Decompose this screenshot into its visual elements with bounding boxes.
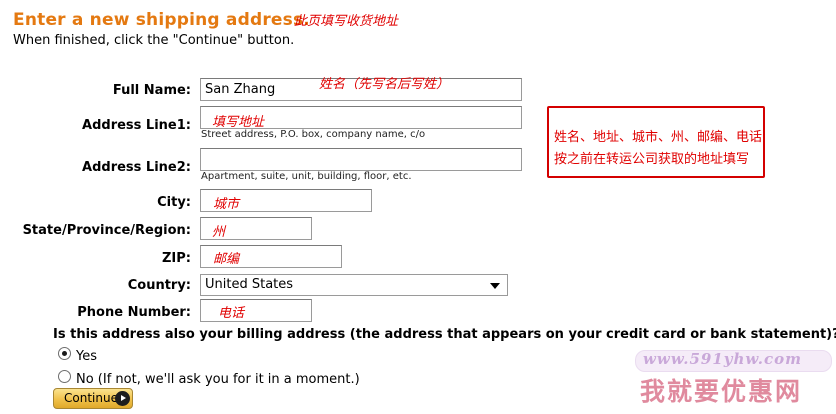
watermark-name: 我就要优惠网 — [640, 377, 803, 406]
billing-yes-radio[interactable] — [58, 347, 71, 360]
address-line2-label: Address Line2: — [82, 160, 191, 175]
billing-no-label[interactable]: No (If not, we'll ask you for it in a mo… — [76, 372, 360, 387]
watermark-url: www.591yhw.com — [643, 350, 803, 368]
continue-button-label: Continue — [64, 391, 118, 405]
billing-yes-label[interactable]: Yes — [76, 349, 97, 364]
zip-label: ZIP: — [162, 251, 191, 266]
country-value: United States — [205, 277, 294, 292]
city-label: City: — [157, 195, 191, 210]
page-title: Enter a new shipping address. — [13, 10, 310, 30]
note-line2: 按之前在转运公司获取的地址填写 — [554, 152, 750, 167]
note-line1: 姓名、地址、城市、州、邮编、电话 — [554, 130, 763, 145]
phone-label: Phone Number: — [77, 305, 191, 320]
arrow-right-icon — [115, 391, 130, 406]
billing-no-radio[interactable] — [58, 370, 71, 383]
title-annotation: 此页填写收货地址 — [294, 14, 399, 29]
phone-annotation: 电话 — [218, 306, 245, 321]
billing-question: Is this address also your billing addres… — [53, 327, 836, 342]
address-line1-annotation: 填写地址 — [212, 115, 265, 130]
page-subtitle: When finished, click the "Continue" butt… — [13, 33, 295, 48]
country-label: Country: — [127, 278, 191, 293]
zip-annotation: 邮编 — [213, 252, 240, 267]
city-annotation: 城市 — [213, 197, 240, 212]
full-name-value: San Zhang — [205, 82, 276, 97]
address-line1-label: Address Line1: — [82, 118, 191, 133]
phone-input[interactable] — [200, 299, 312, 322]
address-line2-hint: Apartment, suite, unit, building, floor,… — [201, 171, 412, 182]
full-name-annotation: 姓名（先写名后写姓） — [319, 77, 450, 92]
continue-button[interactable]: Continue — [53, 388, 133, 409]
full-name-label: Full Name: — [112, 83, 191, 98]
address-line2-input[interactable] — [200, 148, 522, 171]
country-select[interactable]: United States — [200, 274, 508, 296]
address-line1-hint: Street address, P.O. box, company name, … — [201, 129, 426, 140]
state-label: State/Province/Region: — [22, 223, 191, 238]
chevron-down-icon — [490, 283, 500, 289]
state-annotation: 州 — [212, 225, 226, 240]
